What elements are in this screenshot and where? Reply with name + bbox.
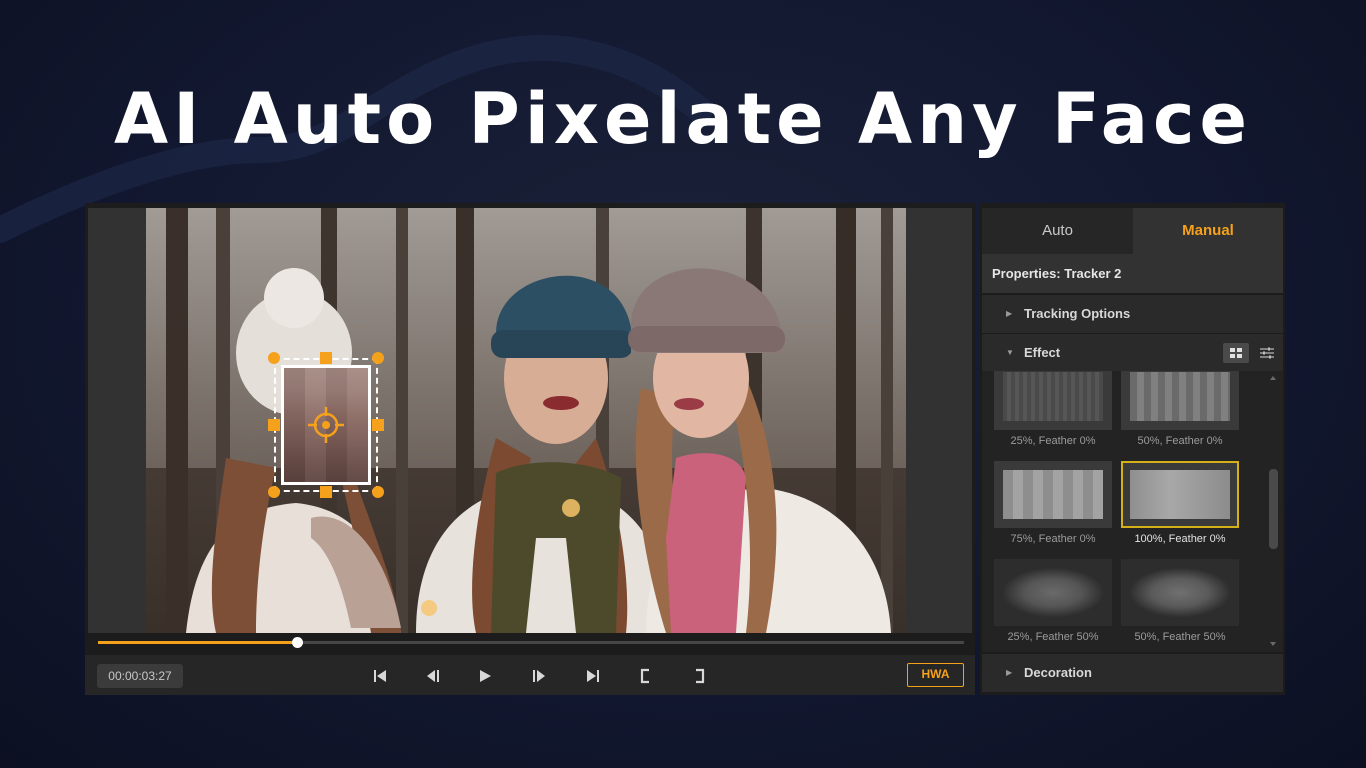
next-frame-icon	[533, 670, 545, 682]
skip-to-start-icon	[374, 670, 386, 682]
skip-to-end-button[interactable]	[582, 665, 604, 687]
properties-title: Properties: Tracker 2	[982, 254, 1283, 293]
mode-tabs: Auto Manual	[982, 208, 1283, 254]
play-icon	[480, 670, 491, 682]
tab-manual[interactable]: Manual	[1133, 208, 1283, 254]
hardware-acceleration-button[interactable]: HWA	[907, 663, 964, 687]
timecode-display: 00:00:03:27	[97, 664, 183, 688]
effect-caption: 25%, Feather 50%	[1007, 631, 1099, 643]
effect-scrollbar-thumb[interactable]	[1269, 469, 1278, 549]
resize-handle-right[interactable]	[372, 419, 384, 431]
effect-label: Effect	[1024, 345, 1061, 360]
tracking-options-section[interactable]: ▶ Tracking Options	[982, 295, 1283, 333]
tab-auto[interactable]: Auto	[982, 208, 1133, 254]
resize-handle-bottom-right[interactable]	[372, 486, 384, 498]
effect-caption: 75%, Feather 0%	[1010, 533, 1096, 545]
tracking-options-label: Tracking Options	[1024, 306, 1131, 321]
effect-preset-100-feather-0[interactable]: 100%, Feather 0%	[1121, 461, 1239, 549]
effect-thumbnail	[994, 371, 1112, 430]
effect-preset-75-feather-0[interactable]: 75%, Feather 0%	[994, 461, 1112, 549]
effect-preset-50-feather-50[interactable]: 50%, Feather 50%	[1121, 559, 1239, 647]
seek-bar[interactable]	[98, 637, 964, 648]
mark-out-icon	[696, 668, 705, 684]
mark-in-icon	[640, 668, 649, 684]
effect-thumbnail	[1121, 371, 1239, 430]
headline: AI Auto Pixelate Any Face	[114, 78, 1252, 160]
face-tracker-box[interactable]	[268, 352, 384, 498]
next-frame-button[interactable]	[528, 665, 550, 687]
effect-caption: 50%, Feather 50%	[1134, 631, 1226, 643]
resize-handle-bottom[interactable]	[320, 486, 332, 498]
resize-handle-bottom-left[interactable]	[268, 486, 280, 498]
decoration-section[interactable]: ▶ Decoration	[982, 654, 1283, 692]
grid-view-button[interactable]	[1223, 343, 1249, 363]
playback-controls: 00:00:03:27 HWA	[85, 655, 975, 695]
video-preview-area	[88, 208, 972, 633]
resize-handle-top-right[interactable]	[372, 352, 384, 364]
seek-bar-thumb[interactable]	[292, 637, 304, 648]
scroll-up-icon[interactable]	[1266, 373, 1280, 383]
effect-preset-50-feather-0[interactable]: 50%, Feather 0%	[1121, 371, 1239, 451]
effect-thumbnail	[1121, 461, 1239, 528]
skip-to-end-icon	[587, 670, 599, 682]
effect-caption: 25%, Feather 0%	[1010, 435, 1096, 447]
effect-thumbnail	[1121, 559, 1239, 626]
crosshair-target-icon[interactable]	[308, 407, 344, 443]
expanded-caret-icon: ▼	[1006, 348, 1014, 357]
sliders-icon	[1260, 347, 1274, 359]
previous-frame-icon	[427, 670, 439, 682]
effect-caption: 50%, Feather 0%	[1137, 435, 1223, 447]
effect-scrollbar[interactable]	[1266, 371, 1280, 652]
effect-thumbnail	[994, 461, 1112, 528]
resize-handle-top[interactable]	[320, 352, 332, 364]
mark-out-button[interactable]	[688, 665, 710, 687]
video-scene	[146, 208, 906, 633]
mark-in-button[interactable]	[635, 665, 657, 687]
decoration-label: Decoration	[1024, 665, 1092, 680]
collapsed-caret-icon: ▶	[1006, 668, 1013, 677]
effect-thumbnail	[994, 559, 1112, 626]
resize-handle-left[interactable]	[268, 419, 280, 431]
properties-panel: Auto Manual Properties: Tracker 2 ▶ Trac…	[980, 203, 1285, 695]
grid-view-icon	[1230, 348, 1242, 358]
play-button[interactable]	[474, 665, 496, 687]
effect-grid: 25%, Feather 0% 50%, Feather 0% 75%, Fea…	[982, 371, 1283, 652]
effect-preset-25-feather-50[interactable]: 25%, Feather 50%	[994, 559, 1112, 647]
resize-handle-top-left[interactable]	[268, 352, 280, 364]
scroll-down-icon[interactable]	[1266, 639, 1280, 649]
video-frame[interactable]	[146, 208, 906, 633]
adjust-settings-button[interactable]	[1254, 343, 1280, 363]
effect-section-header[interactable]: ▼ Effect	[982, 334, 1283, 372]
video-player: 00:00:03:27 HWA	[85, 203, 975, 695]
effect-caption: 100%, Feather 0%	[1134, 533, 1226, 545]
seek-bar-progress	[98, 641, 298, 644]
collapsed-caret-icon: ▶	[1006, 309, 1013, 318]
previous-frame-button[interactable]	[422, 665, 444, 687]
effect-preset-25-feather-0[interactable]: 25%, Feather 0%	[994, 371, 1112, 451]
skip-to-start-button[interactable]	[369, 665, 391, 687]
